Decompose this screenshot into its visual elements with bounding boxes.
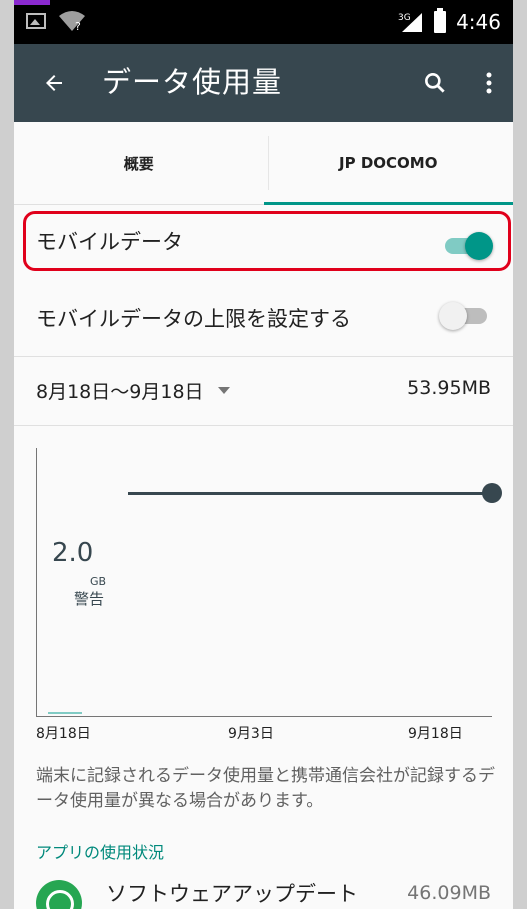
page-title: データ使用量 [102, 65, 283, 99]
more-options-button[interactable] [469, 61, 509, 105]
warning-label: 警告 [74, 590, 105, 608]
chart-x-axis [36, 716, 492, 717]
highlight-annotation [23, 211, 511, 271]
cell-signal-icon: 3G [398, 13, 423, 32]
arrow-back-icon [46, 75, 62, 91]
status-time: 4:46 [456, 10, 501, 34]
usage-chart: 2.0 GB 警告 8月18日 9月3日 9月18日 [14, 426, 513, 761]
switch-knob [439, 302, 467, 330]
app-usage-item[interactable]: ソフトウェアアップデート 46.09MB [14, 872, 513, 909]
tab-jp-docomo[interactable]: JP DOCOMO [263, 122, 514, 205]
x-tick-start: 8月18日 [36, 726, 91, 742]
back-button[interactable] [32, 61, 76, 105]
wifi-icon: ? [59, 11, 85, 32]
phone-screen: ? 3G 4:46 データ使用量 概要 JP DOCOMO モバイルデータ モバ… [0, 0, 527, 909]
x-tick-end: 9月18日 [408, 726, 463, 742]
status-bar: ? 3G 4:46 [14, 0, 513, 44]
tab-divider [268, 136, 269, 190]
app-usage-header: アプリの使用状況 [36, 843, 165, 862]
warning-value: 2.0 [52, 538, 94, 568]
mobile-data-limit-label: モバイルデータの上限を設定する [36, 307, 351, 331]
search-button[interactable] [413, 61, 457, 105]
tab-bar: 概要 JP DOCOMO [14, 122, 513, 205]
warning-unit: GB [90, 575, 107, 588]
software-update-icon [36, 880, 82, 909]
warning-limit-line[interactable] [128, 492, 492, 495]
usage-cycle-row: 8月18日〜9月18日 53.95MB [14, 357, 513, 426]
cycle-dropdown[interactable]: 8月18日〜9月18日 [36, 377, 230, 404]
network-type: 3G [398, 13, 411, 23]
more-vert-icon [486, 72, 492, 94]
cycle-total: 53.95MB [407, 377, 491, 399]
usage-note: 端末に記録されるデータ使用量と携帯通信会社が記録するデータ使用量が異なる場合があ… [36, 766, 495, 811]
search-icon [425, 73, 445, 93]
chart-y-axis [36, 448, 37, 716]
battery-icon [434, 8, 447, 33]
app-size: 46.09MB [407, 882, 491, 904]
wifi-badge: ? [75, 20, 81, 32]
brand-strip [14, 0, 50, 5]
cycle-range-text: 8月18日〜9月18日 [36, 381, 204, 403]
x-tick-middle: 9月3日 [228, 726, 274, 742]
toolbar: データ使用量 [14, 44, 513, 122]
tab-overview[interactable]: 概要 [14, 122, 264, 204]
dropdown-arrow-icon [217, 387, 230, 394]
app-name: ソフトウェアアップデート [106, 882, 358, 906]
mobile-data-limit-switch[interactable] [439, 302, 487, 330]
chart-usage-line [48, 712, 82, 714]
image-notification-icon [26, 13, 46, 29]
warning-limit-handle[interactable] [482, 483, 502, 503]
